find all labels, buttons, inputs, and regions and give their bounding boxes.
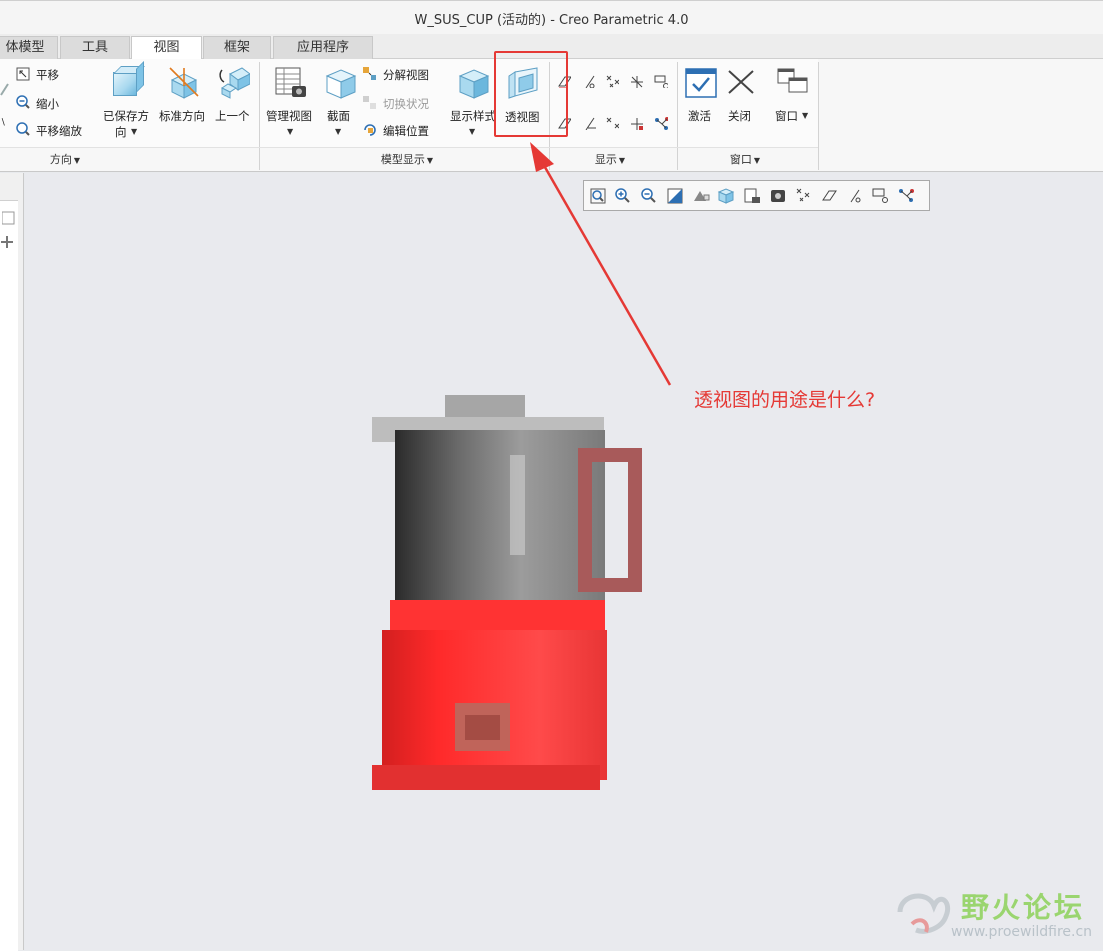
edit-position-button[interactable]: 编辑位置 xyxy=(383,123,429,139)
windows-icon[interactable] xyxy=(777,68,809,98)
highlight-box xyxy=(494,51,568,137)
window-title: W_SUS_CUP (活动的) - Creo Parametric 4.0 xyxy=(414,13,689,28)
tab-view[interactable]: 视图 xyxy=(131,36,202,60)
close-icon[interactable] xyxy=(726,68,756,96)
point-tag-display-icon[interactable] xyxy=(605,116,619,130)
spin-center-icon[interactable] xyxy=(898,187,916,205)
view-manager-icon[interactable] xyxy=(743,187,761,205)
datum-point-display-icon[interactable] xyxy=(605,74,619,88)
tree-settings-icon[interactable] xyxy=(2,210,16,226)
orientation-group-label-text: 方向 xyxy=(49,153,72,166)
window-group-dropdown-icon: ▼ xyxy=(753,156,761,165)
section-dropdown-icon[interactable]: ▼ xyxy=(335,127,341,136)
group-label-divider xyxy=(0,147,818,148)
model-tree-area[interactable] xyxy=(0,200,18,951)
saved-orientations-dropdown-icon[interactable]: ▼ xyxy=(131,127,137,136)
display-style-dropdown-icon[interactable]: ▼ xyxy=(469,127,475,136)
tab-part-model[interactable]: 体模型 xyxy=(0,36,58,59)
annotation-display-icon[interactable] xyxy=(654,74,668,88)
window-group-label-text: 窗口 xyxy=(729,153,752,166)
pan-zoom-icon[interactable] xyxy=(16,122,30,136)
standard-orientation-button[interactable]: 标准方向 xyxy=(159,108,205,124)
group-separator xyxy=(259,62,260,170)
plane-display-icon[interactable] xyxy=(821,187,839,205)
saved-orientations-menu-icon[interactable] xyxy=(717,187,735,205)
activate-icon[interactable] xyxy=(685,68,717,98)
perspective-toggle-icon[interactable] xyxy=(769,187,787,205)
datum-axis-display-icon[interactable] xyxy=(582,74,596,88)
title-bar: W_SUS_CUP (活动的) - Creo Parametric 4.0 xyxy=(0,0,1103,34)
manage-views-dropdown-icon[interactable]: ▼ xyxy=(287,127,293,136)
display-style-menu-icon[interactable] xyxy=(692,187,710,205)
callout-question: 透视图的用途是什么? xyxy=(694,389,876,411)
truncated-label: ∖ xyxy=(0,118,6,128)
saved-orientations-label-line2[interactable]: 向 xyxy=(115,124,127,140)
previous-orientation-icon[interactable] xyxy=(218,66,250,100)
pan-icon[interactable] xyxy=(16,67,30,81)
windows-button[interactable]: 窗口 xyxy=(775,108,798,124)
edit-position-icon[interactable] xyxy=(362,122,376,136)
orientation-group-dropdown-icon: ▼ xyxy=(73,156,81,165)
pan-button[interactable]: 平移 xyxy=(36,67,59,83)
coordinate-system-display-icon[interactable] xyxy=(629,74,643,88)
explode-view-icon[interactable] xyxy=(362,66,376,80)
zoom-out-button[interactable]: 缩小 xyxy=(36,96,59,112)
callout-arrow xyxy=(530,142,672,386)
saved-orientations-icon[interactable] xyxy=(113,72,137,96)
activate-button[interactable]: 激活 xyxy=(688,108,711,124)
axis-tag-display-icon[interactable] xyxy=(582,116,596,130)
section-icon[interactable] xyxy=(323,66,357,100)
standard-orientation-icon[interactable] xyxy=(168,66,200,100)
csys-tag-display-icon[interactable] xyxy=(629,116,643,130)
manage-views-button[interactable]: 管理视图 xyxy=(266,108,312,124)
zoom-out-icon[interactable] xyxy=(16,95,30,109)
display-style-icon[interactable] xyxy=(456,66,490,100)
toggle-status-icon xyxy=(363,96,376,109)
model-display-group-dropdown-icon: ▼ xyxy=(426,156,434,165)
manage-views-icon[interactable] xyxy=(274,66,308,100)
model-display-group-label-text: 模型显示 xyxy=(380,153,425,166)
pencil-icon xyxy=(0,83,9,96)
add-icon[interactable] xyxy=(0,235,14,249)
axis-display-icon[interactable] xyxy=(846,187,864,205)
blender-cup-model[interactable] xyxy=(360,385,645,795)
display-style-button[interactable]: 显示样式 xyxy=(450,108,496,124)
spin-center-display-icon[interactable] xyxy=(654,116,668,130)
point-display-icon[interactable] xyxy=(795,187,813,205)
window-group-label[interactable]: 窗口 ▼ xyxy=(720,151,770,167)
watermark-logo-icon xyxy=(897,893,950,934)
watermark-site-name: 野火论坛 xyxy=(961,891,1086,924)
model-display-group-label[interactable]: 模型显示 ▼ xyxy=(372,151,442,167)
pan-zoom-button[interactable]: 平移缩放 xyxy=(36,123,82,139)
watermark-url: www.proewildfire.cn xyxy=(951,924,1093,940)
orientation-group-label[interactable]: 方向 ▼ xyxy=(40,151,90,167)
tab-framework[interactable]: 框架 xyxy=(203,36,271,59)
section-button[interactable]: 截面 xyxy=(327,108,350,124)
tab-tools[interactable]: 工具 xyxy=(60,36,130,59)
close-button[interactable]: 关闭 xyxy=(728,108,751,124)
saved-orientations-label-line1[interactable]: 已保存方 xyxy=(103,108,149,124)
previous-orientation-button[interactable]: 上一个 xyxy=(215,108,250,124)
annotation-display-icon[interactable] xyxy=(872,187,890,205)
tab-applications[interactable]: 应用程序 xyxy=(273,36,373,59)
toggle-status-button: 切换状况 xyxy=(383,97,429,111)
windows-dropdown-icon[interactable]: ▼ xyxy=(802,111,808,120)
explode-view-button[interactable]: 分解视图 xyxy=(383,67,429,83)
group-separator xyxy=(818,62,819,170)
